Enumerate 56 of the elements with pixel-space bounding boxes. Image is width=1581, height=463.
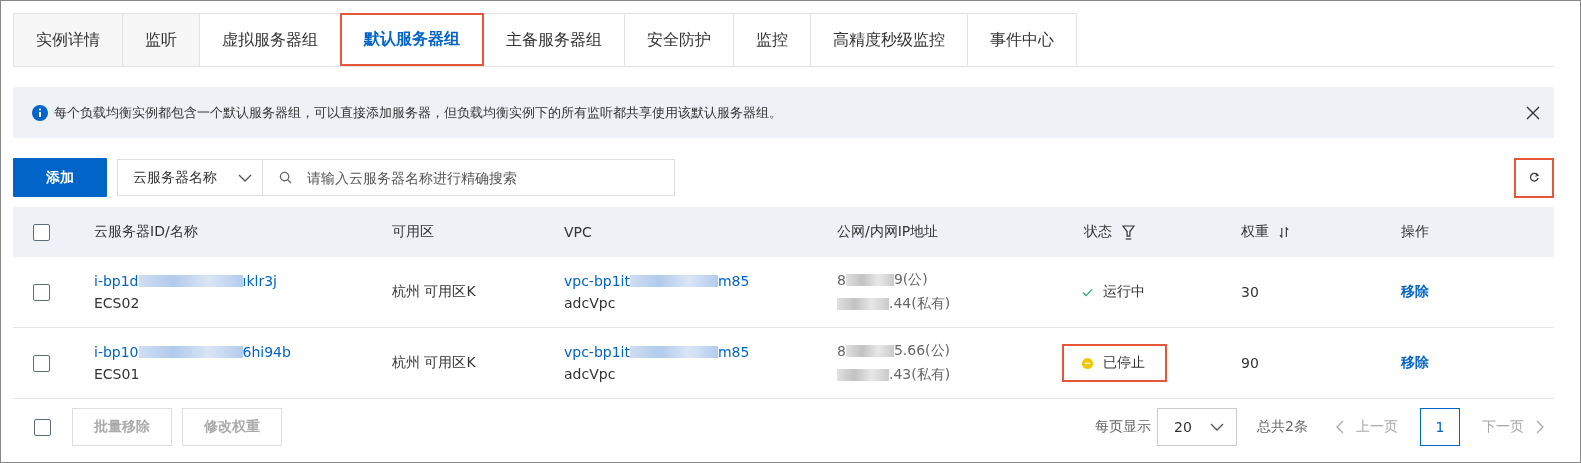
chevron-down-icon	[1210, 423, 1225, 431]
checkbox[interactable]	[34, 418, 51, 436]
column-header: 公网/内网IP地址	[837, 223, 939, 241]
zone-text: 杭州 可用区K	[392, 283, 476, 301]
filter-select[interactable]: 云服务器名称	[117, 159, 263, 196]
page-size-label: 每页显示	[1095, 418, 1152, 436]
page-size-select[interactable]: 20	[1157, 408, 1238, 446]
checkbox[interactable]	[33, 283, 50, 301]
zone-text: 杭州 可用区K	[392, 354, 476, 372]
search-field[interactable]: 请输入云服务器名称进行精确搜索	[263, 159, 675, 196]
remove-link[interactable]: 移除	[1401, 283, 1429, 301]
vpc-name: adcVpc	[564, 366, 616, 382]
refresh-button[interactable]	[1514, 157, 1554, 198]
add-button[interactable]: 添加	[13, 158, 107, 197]
instance-id-link[interactable]: i-bp1d ıklr3j	[94, 273, 277, 289]
check-icon	[1082, 287, 1093, 297]
tab[interactable]: 默认服务器组	[340, 13, 484, 66]
public-ip-text: 8 9(公)	[837, 271, 928, 289]
checkbox[interactable]	[33, 223, 50, 241]
private-ip-text: .44(私有)	[837, 295, 951, 313]
chevron-left-icon	[1336, 420, 1344, 434]
column-header: 云服务器ID/名称	[94, 223, 198, 241]
checkbox[interactable]	[33, 354, 50, 372]
private-ip-text: .43(私有)	[837, 366, 951, 384]
public-ip-text: 8 5.66(公)	[837, 342, 951, 360]
remove-link[interactable]: 移除	[1401, 354, 1429, 372]
close-icon[interactable]	[1526, 105, 1540, 120]
filter-icon[interactable]	[1122, 224, 1135, 240]
vpc-id-link[interactable]: vpc-bp1it m85	[564, 273, 750, 289]
stopped-icon	[1082, 357, 1093, 369]
column-header: VPC	[564, 224, 592, 240]
tab[interactable]: 事件中心	[967, 13, 1077, 66]
vpc-id-link[interactable]: vpc-bp1it m85	[564, 344, 750, 360]
chevron-down-icon	[238, 173, 252, 182]
column-header: 状态	[1084, 223, 1112, 241]
instance-id-link[interactable]: i-bp10 6hi94b	[94, 344, 291, 360]
instance-name: ECS01	[94, 366, 140, 382]
weight-text: 30	[1241, 284, 1259, 300]
search-icon	[279, 171, 292, 184]
vpc-name: adcVpc	[564, 295, 616, 311]
page-number-button[interactable]: 1	[1420, 408, 1460, 446]
chevron-right-icon	[1536, 420, 1544, 434]
sort-icon[interactable]	[1279, 226, 1290, 238]
refresh-icon	[1528, 172, 1540, 183]
tab[interactable]: 实例详情	[13, 13, 123, 66]
tab[interactable]: 监听	[122, 13, 200, 66]
instance-name: ECS02	[94, 295, 140, 311]
total-count: 总共2条	[1257, 418, 1308, 436]
column-header: 操作	[1401, 223, 1429, 241]
column-header: 权重	[1241, 223, 1269, 241]
column-header: 可用区	[392, 223, 434, 241]
info-icon	[32, 104, 48, 121]
weight-text: 90	[1241, 355, 1259, 371]
banner-text: 每个负载均衡实例都包含一个默认服务器组，可以直接添加服务器，但负载均衡实例下的所有监听都共享使用该默认服务器组。	[54, 103, 783, 122]
status-text: 已停止	[1062, 344, 1167, 382]
status-text: 运行中	[1062, 273, 1167, 311]
